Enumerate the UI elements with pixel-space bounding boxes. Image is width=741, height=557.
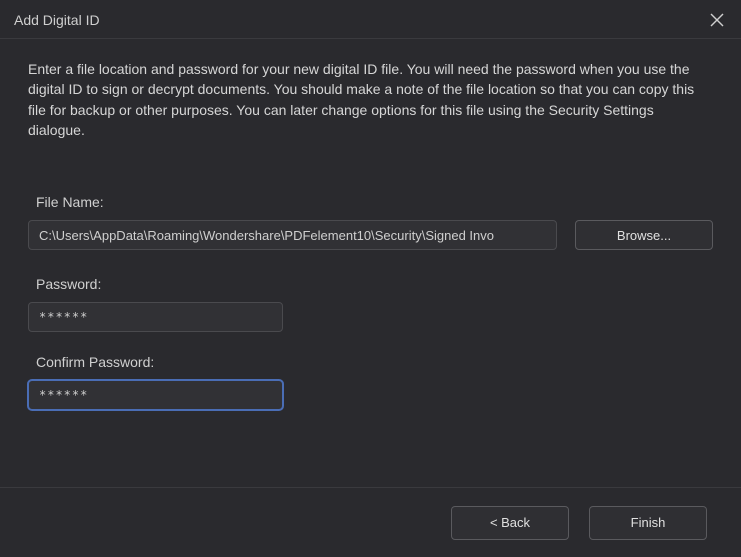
dialog-footer: < Back Finish <box>0 487 741 557</box>
intro-text: Enter a file location and password for y… <box>28 59 713 140</box>
dialog-content: Enter a file location and password for y… <box>0 39 741 410</box>
confirm-password-label: Confirm Password: <box>36 354 713 370</box>
file-name-input[interactable] <box>28 220 557 250</box>
titlebar: Add Digital ID <box>0 0 741 39</box>
back-button[interactable]: < Back <box>451 506 569 540</box>
confirm-password-section: Confirm Password: <box>28 354 713 410</box>
confirm-password-input[interactable] <box>28 380 283 410</box>
finish-button[interactable]: Finish <box>589 506 707 540</box>
password-input[interactable] <box>28 302 283 332</box>
password-label: Password: <box>36 276 713 292</box>
browse-button[interactable]: Browse... <box>575 220 713 250</box>
dialog-title: Add Digital ID <box>14 12 100 28</box>
close-button[interactable] <box>707 10 727 30</box>
close-icon <box>710 13 724 27</box>
password-section: Password: <box>28 276 713 332</box>
file-name-label: File Name: <box>36 194 713 210</box>
file-section: File Name: Browse... <box>28 194 713 250</box>
